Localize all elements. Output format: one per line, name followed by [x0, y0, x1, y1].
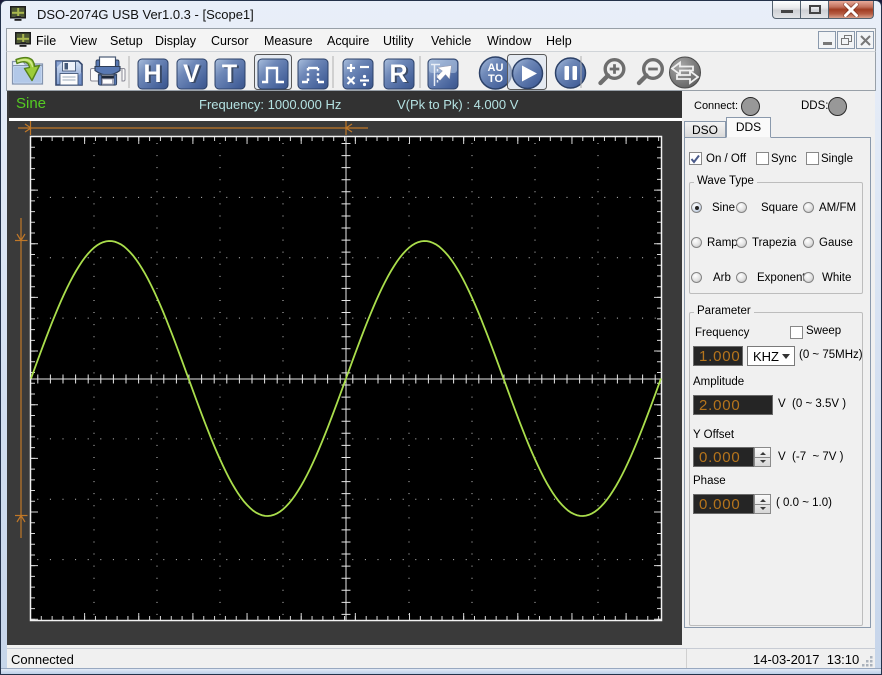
- svg-text:R: R: [389, 60, 407, 88]
- svg-text:T: T: [222, 60, 237, 88]
- svg-text:H: H: [143, 60, 161, 88]
- svg-text:V: V: [183, 60, 200, 88]
- svg-text:TO: TO: [488, 73, 504, 85]
